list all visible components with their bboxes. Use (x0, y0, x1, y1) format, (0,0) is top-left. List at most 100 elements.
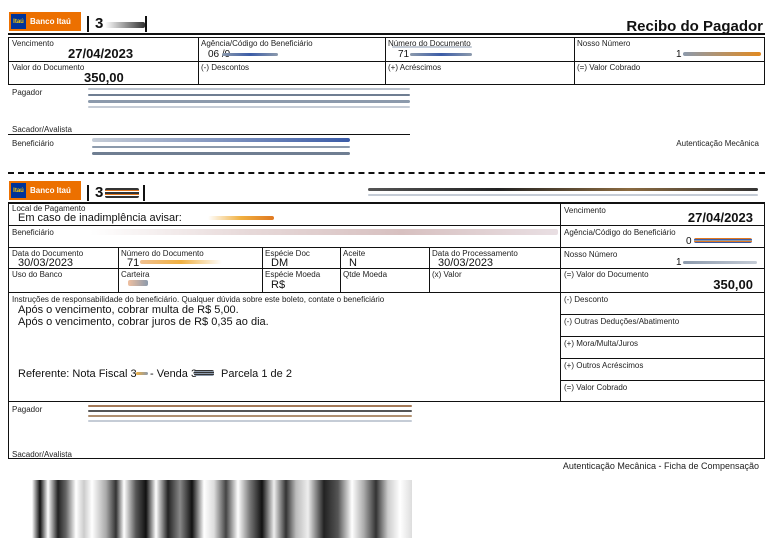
itau-logo-mark: Itaú (11, 183, 26, 198)
grid-line (262, 247, 263, 292)
redacted-pagador-4 (88, 420, 412, 422)
local-pagamento-value: Em caso de inadimplência avisar: (18, 212, 182, 224)
redacted-numero-doc-2 (392, 46, 472, 48)
itau-logo-mark: Itaú (11, 14, 26, 29)
valor-doc-value: 350,00 (713, 277, 753, 292)
valor-doc-label: (=) Valor do Documento (564, 270, 649, 279)
agencia-label: Agência/Código do Beneficiário (564, 228, 676, 237)
redacted-beneficiario (90, 229, 558, 235)
redacted-pagador-3 (88, 415, 412, 417)
grid-line (340, 247, 341, 292)
sacador-label: Sacador/Avalista (12, 125, 72, 134)
mora-label: (+) Mora/Multa/Juros (564, 339, 639, 348)
grid-line (8, 292, 765, 293)
agencia-label: Agência/Código do Beneficiário (201, 39, 313, 48)
vencimento-label: Vencimento (564, 206, 606, 215)
numero-doc-value: 71 (398, 49, 410, 60)
itau-logo: Itaú Banco Itaú (9, 181, 81, 200)
beneficiario-label: Beneficiário (12, 139, 54, 148)
bank-code-divider-2 (145, 16, 147, 32)
especie-moeda-value: R$ (271, 279, 286, 291)
pagador-label: Pagador (12, 405, 43, 414)
grid-line (560, 202, 561, 402)
vencimento-value: 27/04/2023 (68, 46, 134, 61)
cut-line (8, 172, 765, 174)
redacted-local-pagamento (208, 216, 274, 220)
redacted-beneficiario-1 (92, 138, 350, 142)
numero-doc-value: 71 (127, 257, 140, 269)
redacted-pagador-2 (88, 410, 412, 412)
grid-line (385, 37, 386, 85)
grid-line (560, 314, 765, 315)
grid-line (8, 247, 765, 248)
valor-doc-label: Valor do Documento (12, 63, 85, 72)
referente-2: - Venda 3 (150, 368, 198, 380)
redacted-linha-digitavel-1 (368, 188, 758, 191)
grid-line (429, 247, 430, 292)
grid-line (118, 247, 119, 292)
itau-logo: Itaú Banco Itaú (9, 12, 81, 31)
instrucao-2: Após o vencimento, cobrar juros de R$ 0,… (18, 316, 269, 328)
nosso-numero-value: 1 (676, 257, 682, 268)
beneficiario-label: Beneficiário (12, 228, 54, 237)
redacted-numero-doc (140, 260, 222, 264)
redacted-carteira (128, 280, 148, 286)
valor-doc-value: 350,00 (84, 70, 124, 85)
redacted-beneficiario-3 (92, 152, 350, 155)
grid-line (8, 61, 765, 62)
redacted-pagador-1 (88, 88, 410, 90)
aceite-value: N (349, 257, 357, 269)
redacted-pagador-1 (88, 405, 412, 407)
redacted-agencia (694, 238, 752, 243)
redacted-nota-fiscal (136, 372, 148, 375)
grid-line (198, 37, 199, 85)
vencimento-value: 27/04/2023 (687, 210, 753, 225)
valor-cobrado-label: (=) Valor Cobrado (577, 63, 641, 72)
grid-line (8, 225, 765, 226)
grid-line (574, 37, 575, 85)
bank-code-divider (87, 185, 89, 201)
sacador-line (8, 134, 410, 135)
instrucao-1: Após o vencimento, cobrar multa de R$ 5,… (18, 304, 239, 316)
header-line (8, 33, 765, 35)
nosso-numero-value: 1 (676, 49, 682, 60)
redacted-nosso-numero (683, 261, 757, 264)
autenticacao-label: Autenticação Mecânica - Ficha de Compens… (562, 461, 759, 471)
barcode (32, 480, 412, 538)
sacador-label: Sacador/Avalista (12, 450, 72, 459)
redacted-agencia (222, 53, 278, 56)
redacted-pagador-4 (88, 106, 410, 108)
bank-code-divider-2 (143, 185, 145, 201)
redacted-beneficiario-2 (92, 146, 350, 148)
grid-line (560, 358, 765, 359)
uso-banco-label: Uso do Banco (12, 270, 63, 279)
grid-line (560, 336, 765, 337)
data-proc-value: 30/03/2023 (438, 257, 494, 269)
bank-code: 3 (95, 15, 104, 32)
referente-1: Referente: Nota Fiscal 3 (18, 368, 137, 380)
redacted-bank-code (105, 22, 145, 28)
autenticacao-label: Autenticação Mecânica (676, 139, 759, 148)
nosso-numero-label: Nosso Número (564, 250, 618, 259)
pagador-label: Pagador (12, 88, 43, 97)
descontos-label: (-) Descontos (201, 63, 250, 72)
agencia-value: 0 (686, 236, 692, 247)
carteira-label: Carteira (121, 270, 150, 279)
grid-line (8, 268, 765, 269)
redacted-linha-digitavel-2 (368, 194, 758, 196)
bank-code: 3 (95, 184, 104, 201)
bank-code-divider (87, 16, 89, 32)
nosso-numero-label: Nosso Número (577, 39, 631, 48)
redacted-numero-doc (410, 53, 472, 56)
x-valor-label: (x) Valor (432, 270, 462, 279)
data-doc-value: 30/03/2023 (18, 257, 74, 269)
valor-cobrado-label: (=) Valor Cobrado (564, 383, 628, 392)
desconto-label: (-) Desconto (564, 295, 609, 304)
grid-line (560, 380, 765, 381)
referente-3: Parcela 1 de 2 (221, 368, 292, 380)
redacted-nosso-numero (683, 52, 761, 56)
redacted-pagador-2 (88, 94, 410, 96)
redacted-bank-code (105, 188, 139, 198)
redacted-pagador-3 (88, 100, 410, 103)
outros-acrescimos-label: (+) Outros Acréscimos (564, 361, 644, 370)
